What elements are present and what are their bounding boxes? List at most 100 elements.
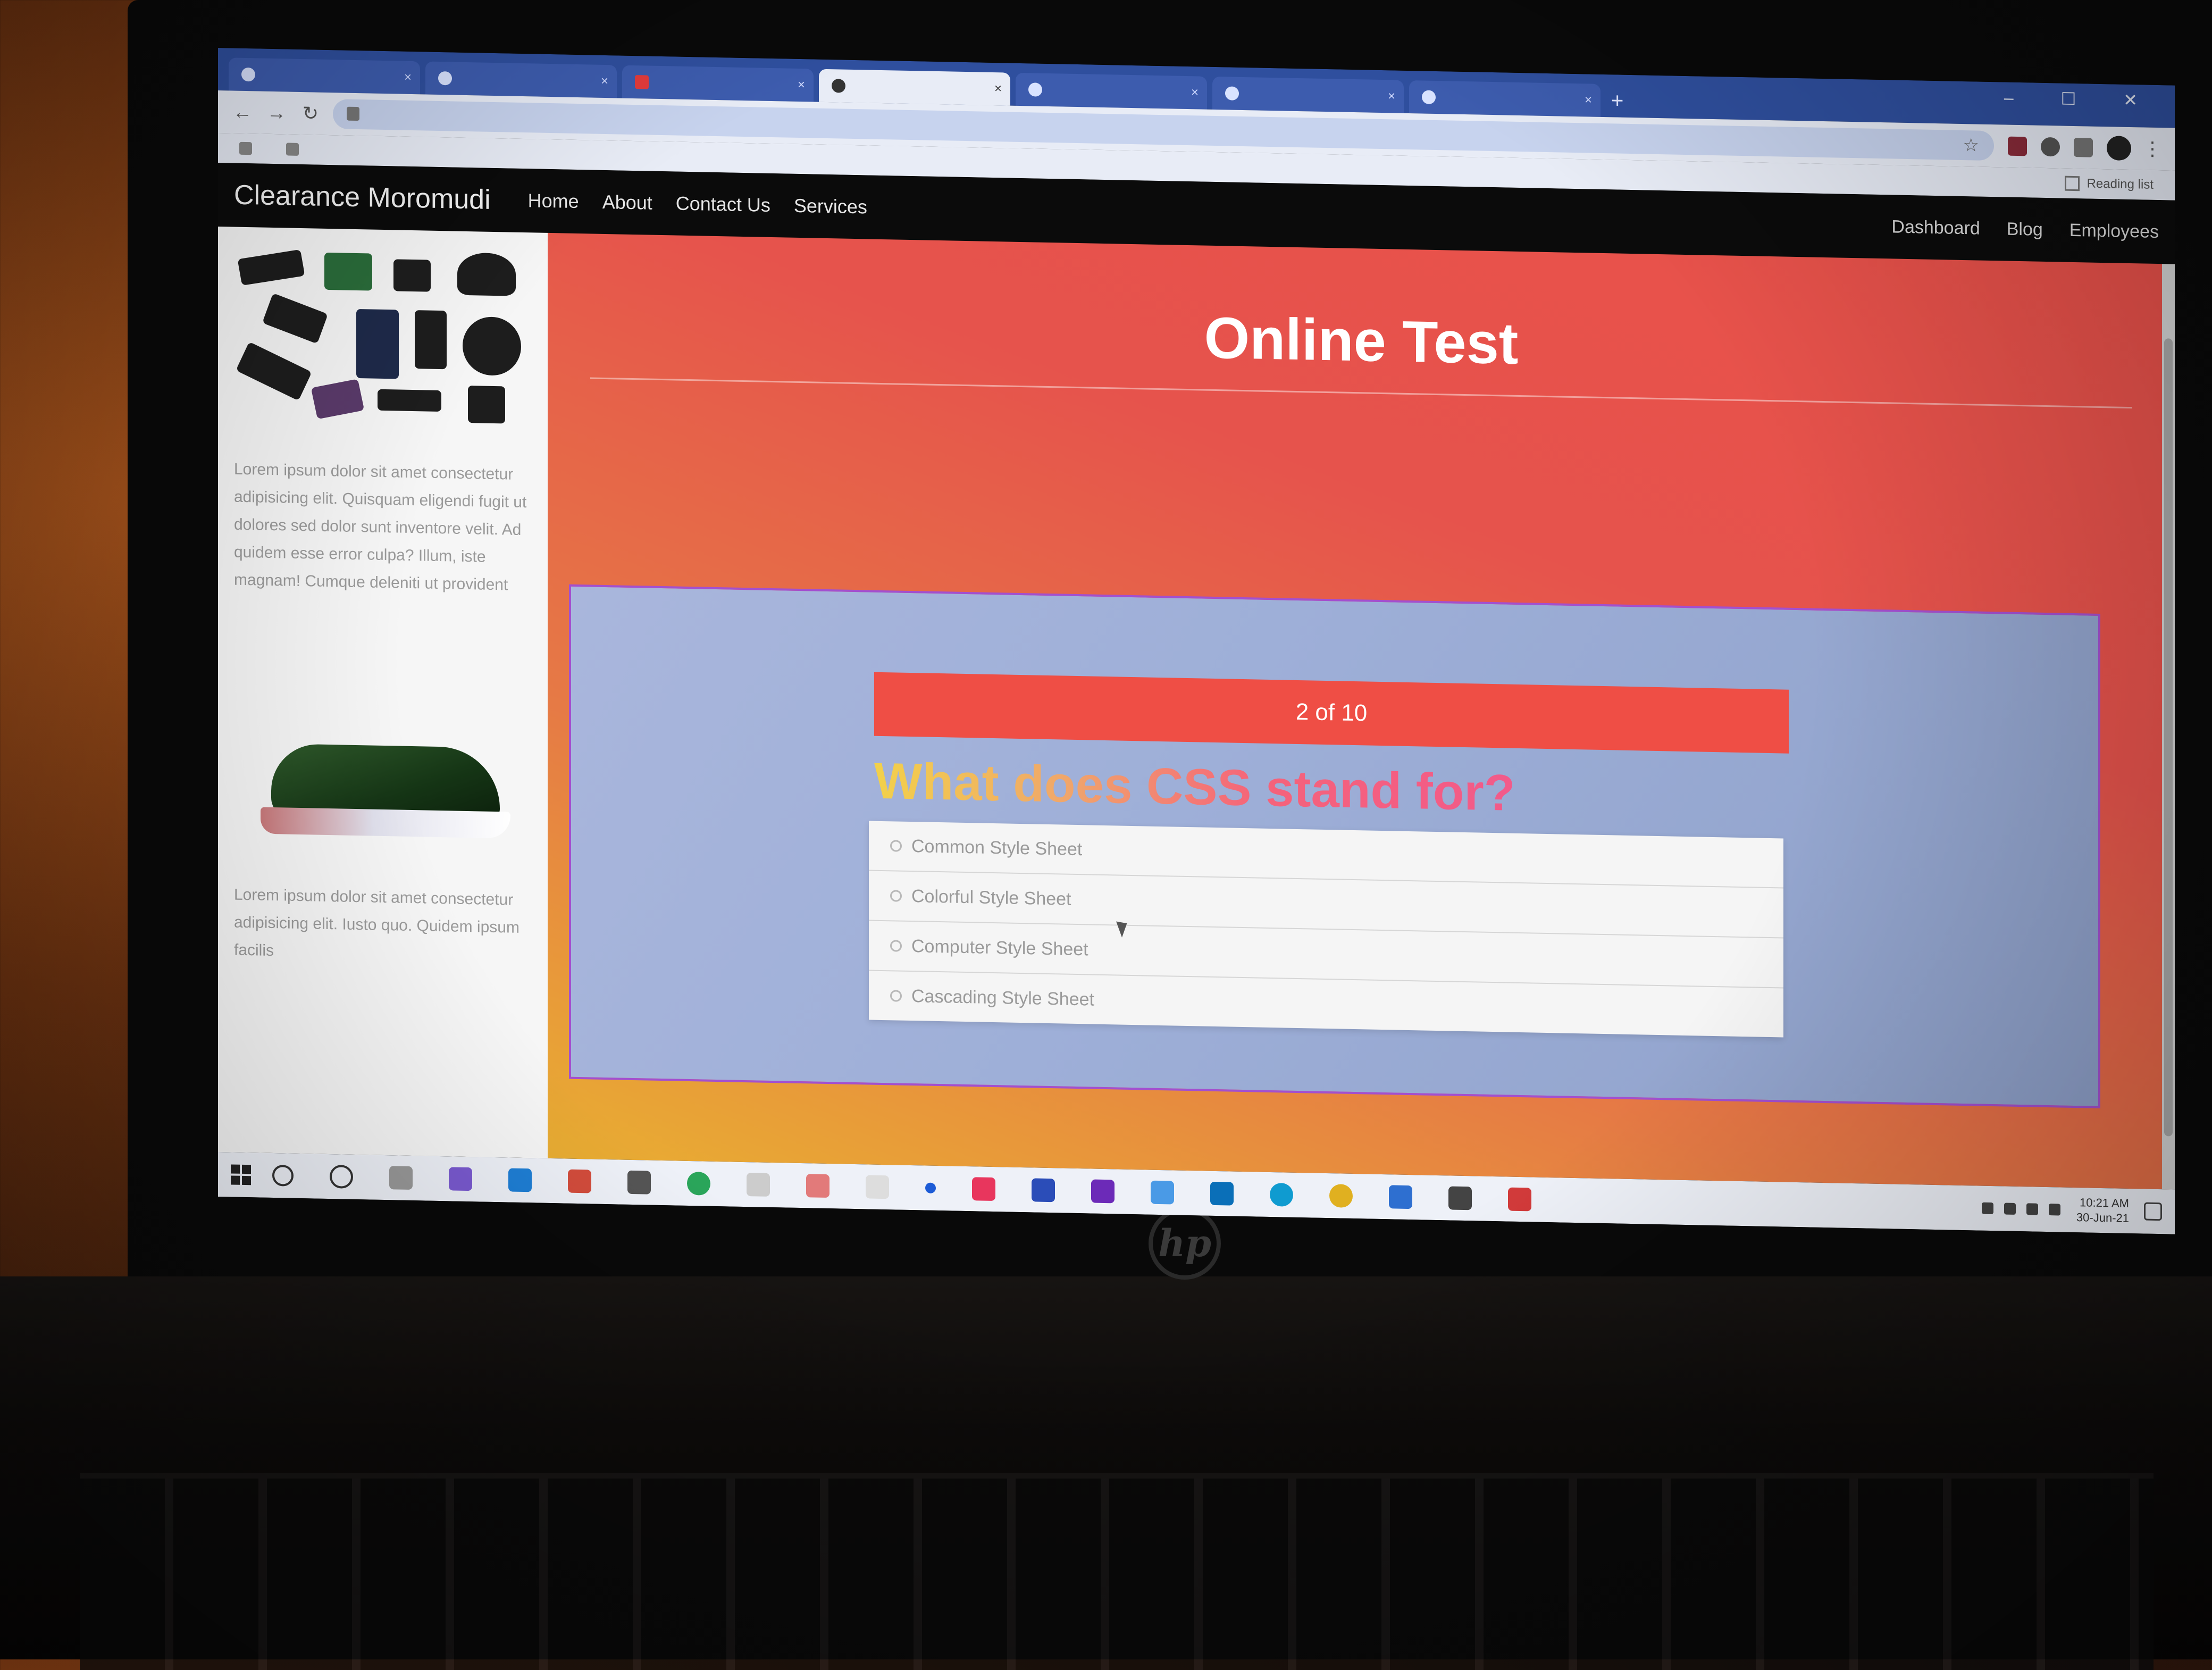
store-icon[interactable] xyxy=(1210,1181,1234,1206)
app-icon[interactable] xyxy=(1508,1187,1531,1212)
battery-icon[interactable] xyxy=(2048,1204,2060,1216)
tab-close-icon[interactable]: × xyxy=(1388,80,1395,113)
tab-close-icon[interactable]: × xyxy=(404,61,412,94)
gadget-shape xyxy=(324,252,372,291)
nav-home-link[interactable]: Home xyxy=(528,189,579,213)
quiz-panel: 2 of 10 What does CSS stand for? Common … xyxy=(569,584,2100,1108)
cortana-icon[interactable] xyxy=(330,1165,353,1189)
gadget-shape xyxy=(468,386,505,424)
profile-avatar[interactable] xyxy=(2107,136,2131,161)
system-tray: 10:21 AM 30-Jun-21 xyxy=(1971,1193,2162,1226)
screen: × × × × × × × + – ☐ ✕ ← → ↻ ☆ ⋮ Reading … xyxy=(218,48,2175,1234)
sidebar: Lorem ipsum dolor sit amet consectetur a… xyxy=(218,227,548,1158)
nav-services-link[interactable]: Services xyxy=(794,195,867,219)
app-icon[interactable] xyxy=(1151,1180,1174,1205)
radio-button[interactable] xyxy=(890,990,902,1002)
page-scrollbar[interactable] xyxy=(2162,264,2175,1190)
radio-button[interactable] xyxy=(890,840,902,852)
edge-icon[interactable] xyxy=(1270,1182,1293,1207)
tab-close-icon[interactable]: × xyxy=(1191,76,1199,109)
extensions-puzzle-icon[interactable] xyxy=(2074,138,2093,157)
nav-employees-link[interactable]: Employees xyxy=(2069,220,2159,242)
code-icon[interactable] xyxy=(627,1170,651,1195)
browser-tab[interactable]: × xyxy=(425,61,617,98)
nav-right-group: Dashboard Blog Employees xyxy=(1865,216,2159,243)
tab-favicon xyxy=(832,79,845,93)
nav-blog-link[interactable]: Blog xyxy=(2007,219,2043,240)
clock-date: 30-Jun-21 xyxy=(2076,1210,2129,1225)
web-page: Clearance Moromudi Home About Contact Us… xyxy=(218,163,2175,1190)
bookmark-star-icon[interactable]: ☆ xyxy=(1963,130,1979,161)
bookmark-icon xyxy=(286,143,299,156)
task-view-icon[interactable] xyxy=(389,1166,413,1190)
new-tab-icon[interactable]: + xyxy=(1611,84,1623,117)
app-icon[interactable] xyxy=(806,1174,830,1198)
bookmark-apps[interactable] xyxy=(239,141,259,155)
forward-icon[interactable]: → xyxy=(265,101,288,125)
nav-contact-link[interactable]: Contact Us xyxy=(676,193,770,216)
shoe-image xyxy=(250,722,516,855)
app-icon[interactable] xyxy=(1389,1185,1412,1209)
tab-favicon xyxy=(1225,86,1239,101)
browser-tab[interactable]: × xyxy=(1212,76,1404,113)
tab-close-icon[interactable]: × xyxy=(601,65,608,98)
radio-button[interactable] xyxy=(890,940,902,952)
volume-icon[interactable] xyxy=(2026,1203,2038,1215)
taskbar-clock[interactable]: 10:21 AM 30-Jun-21 xyxy=(2076,1195,2129,1226)
vscode-icon[interactable] xyxy=(508,1168,532,1192)
lock-icon xyxy=(347,106,359,121)
question-text: What does CSS stand for? xyxy=(874,752,1515,822)
gadget-shape xyxy=(236,341,312,401)
tab-close-icon[interactable]: × xyxy=(1585,84,1592,116)
tab-close-icon[interactable]: × xyxy=(798,69,805,102)
shoe-sole xyxy=(261,807,510,839)
reload-icon[interactable]: ↻ xyxy=(299,102,322,126)
app-icon[interactable] xyxy=(1448,1186,1472,1210)
browser-tab[interactable]: × xyxy=(229,57,420,95)
search-icon[interactable] xyxy=(272,1164,294,1187)
app-icon[interactable] xyxy=(972,1177,995,1201)
browser-tab-active[interactable]: × xyxy=(819,69,1010,106)
tab-favicon xyxy=(438,71,452,86)
gadget-shape xyxy=(356,308,399,379)
answer-list: Common Style Sheet Colorful Style Sheet … xyxy=(869,821,1783,1038)
notification-icon[interactable] xyxy=(2144,1202,2162,1221)
file-icon[interactable] xyxy=(866,1175,889,1199)
extension-icon[interactable] xyxy=(2041,137,2060,157)
gadget-shape xyxy=(378,389,441,412)
bookmark-item[interactable] xyxy=(286,143,306,156)
browser-tab[interactable]: × xyxy=(622,65,814,102)
extension-icon[interactable] xyxy=(2008,136,2027,156)
reading-list-icon xyxy=(2064,176,2080,191)
menu-icon[interactable]: ⋮ xyxy=(2143,138,2162,161)
app-icon[interactable] xyxy=(687,1171,710,1196)
site-brand[interactable]: Clearance Moromudi xyxy=(234,179,491,216)
app-icon[interactable] xyxy=(1091,1179,1115,1204)
windows-start-icon[interactable] xyxy=(231,1164,251,1185)
wifi-icon[interactable] xyxy=(2004,1203,2016,1215)
app-icon[interactable] xyxy=(925,1182,936,1193)
browser-tab[interactable]: × xyxy=(1409,80,1601,117)
sidebar-text: Lorem ipsum dolor sit amet consectetur a… xyxy=(234,460,527,594)
back-icon[interactable]: ← xyxy=(231,100,254,124)
scrollbar-thumb[interactable] xyxy=(2164,338,2173,1137)
app-icon[interactable] xyxy=(568,1169,591,1193)
gadgets-image xyxy=(234,248,532,430)
app-icon[interactable] xyxy=(1032,1178,1055,1203)
gadget-shape xyxy=(237,249,305,286)
git-icon[interactable] xyxy=(449,1167,472,1191)
tab-close-icon[interactable]: × xyxy=(994,72,1002,105)
nav-about-link[interactable]: About xyxy=(602,191,652,214)
tray-icon[interactable] xyxy=(1981,1202,1993,1215)
radio-button[interactable] xyxy=(890,890,902,902)
tab-favicon xyxy=(635,75,649,89)
app-icon[interactable] xyxy=(747,1173,770,1197)
apps-icon xyxy=(239,141,252,155)
chrome-icon[interactable] xyxy=(1329,1184,1353,1208)
window-controls[interactable]: – ☐ ✕ xyxy=(2004,87,2159,111)
keyboard xyxy=(80,1473,2154,1670)
main-content: Online Test 2 of 10 What does CSS stand … xyxy=(548,232,2175,1190)
browser-tab[interactable]: × xyxy=(1016,72,1207,110)
nav-dashboard-link[interactable]: Dashboard xyxy=(1891,216,1980,239)
reading-list[interactable]: Reading list xyxy=(2064,176,2154,193)
